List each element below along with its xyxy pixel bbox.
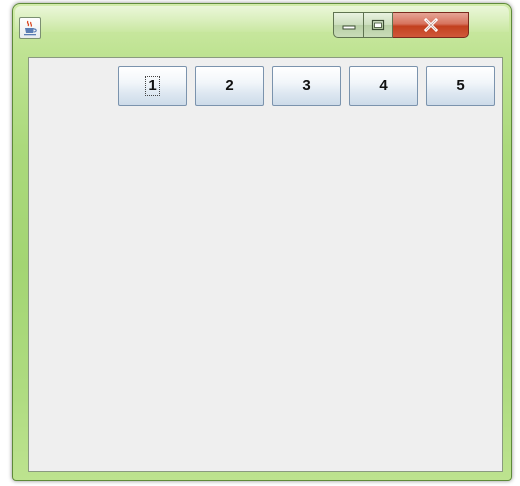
minimize-icon bbox=[342, 25, 355, 30]
button-4-label: 4 bbox=[379, 77, 388, 94]
button-5[interactable]: 5 bbox=[426, 66, 495, 106]
button-2-label: 2 bbox=[225, 77, 234, 94]
content-pane bbox=[28, 57, 503, 472]
caption-buttons bbox=[333, 12, 469, 38]
close-button[interactable] bbox=[393, 12, 469, 38]
button-5-label: 5 bbox=[456, 77, 465, 94]
button-1[interactable]: 1 bbox=[118, 66, 187, 106]
maximize-icon bbox=[371, 19, 385, 31]
button-4[interactable]: 4 bbox=[349, 66, 418, 106]
maximize-button[interactable] bbox=[363, 12, 393, 38]
minimize-button[interactable] bbox=[333, 12, 363, 38]
close-icon bbox=[423, 18, 438, 32]
button-2[interactable]: 2 bbox=[195, 66, 264, 106]
button-1-label: 1 bbox=[145, 76, 160, 96]
button-3[interactable]: 3 bbox=[272, 66, 341, 106]
button-3-label: 3 bbox=[302, 77, 311, 94]
java-cup-icon[interactable] bbox=[19, 17, 41, 39]
